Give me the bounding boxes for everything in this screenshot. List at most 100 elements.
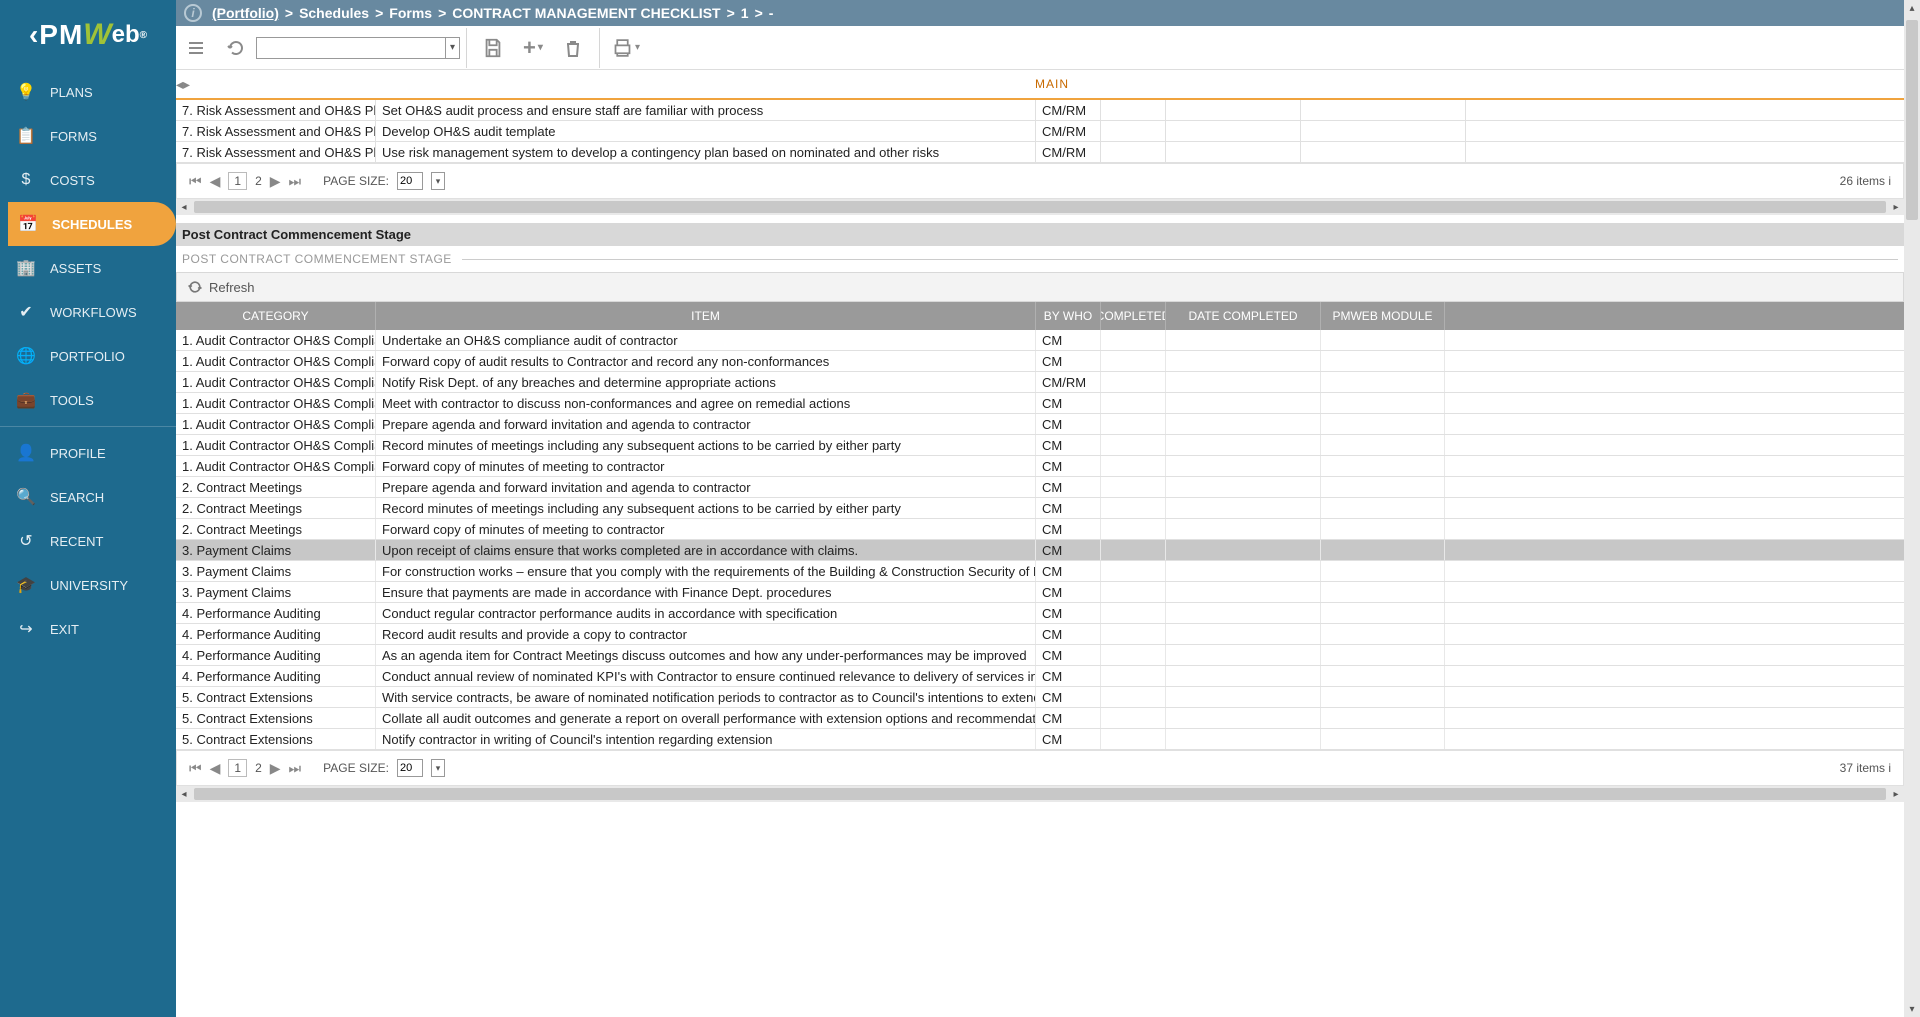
breadcrumb-root[interactable]: (Portfolio) [212, 5, 279, 21]
col-completed[interactable]: COMPLETED [1101, 302, 1166, 330]
pager-next-icon[interactable]: ▶ [270, 760, 281, 777]
table-row[interactable]: 5. Contract ExtensionsNotify contractor … [176, 729, 1904, 750]
sidebar-item-university[interactable]: 🎓UNIVERSITY [0, 563, 176, 607]
tab-strip: ◂ ▸ MAIN [176, 70, 1904, 100]
pager-page-2[interactable]: 2 [255, 761, 262, 775]
pager-prev-icon[interactable]: ◀ [210, 173, 221, 190]
sidebar-item-tools[interactable]: 💼TOOLS [0, 378, 176, 422]
sidebar-item-plans[interactable]: 💡PLANS [0, 70, 176, 114]
breadcrumb-segment[interactable]: Forms [389, 5, 432, 21]
sidebar-item-recent[interactable]: ↺RECENT [0, 519, 176, 563]
hscroll-left-icon[interactable]: ◂ [176, 199, 192, 215]
hscroll-left-icon[interactable]: ◂ [176, 786, 192, 802]
sidebar-item-costs[interactable]: $COSTS [0, 158, 176, 202]
pager-first-icon[interactable]: ⏮ [189, 760, 202, 777]
table-row[interactable]: 7. Risk Assessment and OH&S PlanDevelop … [176, 121, 1904, 142]
sidebar-item-schedules[interactable]: 📅SCHEDULES [8, 202, 176, 246]
add-icon[interactable]: +▾ [519, 34, 547, 62]
sidebar-item-label: ASSETS [50, 261, 101, 276]
table-row[interactable]: 2. Contract MeetingsRecord minutes of me… [176, 498, 1904, 519]
breadcrumb-segment[interactable]: - [769, 5, 774, 21]
sidebar-item-portfolio[interactable]: 🌐PORTFOLIO [0, 334, 176, 378]
table-row[interactable]: 1. Audit Contractor OH&S ComplianceRecor… [176, 435, 1904, 456]
history-icon[interactable] [222, 34, 250, 62]
table-row[interactable]: 4. Performance AuditingConduct annual re… [176, 666, 1904, 687]
breadcrumb-segment[interactable]: Schedules [299, 5, 369, 21]
vscroll-down-icon[interactable]: ▾ [1904, 1001, 1920, 1017]
hscroll-right-icon[interactable]: ▸ [1888, 199, 1904, 215]
table-row[interactable]: 2. Contract MeetingsPrepare agenda and f… [176, 477, 1904, 498]
col-date-completed[interactable]: DATE COMPLETED [1166, 302, 1321, 330]
table-row[interactable]: 7. Risk Assessment and OH&S PlanSet OH&S… [176, 100, 1904, 121]
sidebar-item-label: SCHEDULES [52, 217, 132, 232]
nav-icon: 👤 [16, 443, 36, 463]
sidebar-item-workflows[interactable]: ✔WORKFLOWS [0, 290, 176, 334]
table-row[interactable]: 1. Audit Contractor OH&S ComplianceMeet … [176, 393, 1904, 414]
col-category[interactable]: CATEGORY [176, 302, 376, 330]
nav-icon: $ [16, 170, 36, 190]
pager-page-2[interactable]: 2 [255, 174, 262, 188]
save-icon[interactable] [479, 34, 507, 62]
sidebar-item-label: RECENT [50, 534, 103, 549]
table-row[interactable]: 5. Contract ExtensionsWith service contr… [176, 687, 1904, 708]
page-vscroll[interactable]: ▴ ▾ [1904, 0, 1920, 1017]
print-icon[interactable]: ▾ [612, 34, 640, 62]
tab-scroll-right-icon[interactable]: ▸ [183, 76, 190, 93]
pager-next-icon[interactable]: ▶ [270, 173, 281, 190]
table-row[interactable]: 1. Audit Contractor OH&S ComplianceForwa… [176, 351, 1904, 372]
tab-scroll-left-icon[interactable]: ◂ [176, 76, 183, 93]
page-size-caret-icon[interactable]: ▾ [431, 172, 445, 190]
grid2-hscroll[interactable]: ◂ ▸ [176, 786, 1904, 802]
table-row[interactable]: 3. Payment ClaimsFor construction works … [176, 561, 1904, 582]
col-bywho[interactable]: BY WHO [1036, 302, 1101, 330]
breadcrumb-segment[interactable]: CONTRACT MANAGEMENT CHECKLIST [452, 5, 720, 21]
table-row[interactable]: 3. Payment ClaimsUpon receipt of claims … [176, 540, 1904, 561]
section-header: Post Contract Commencement Stage [176, 223, 1904, 246]
pager-page-1[interactable]: 1 [228, 759, 247, 777]
page-size-input[interactable] [397, 172, 423, 190]
table-row[interactable]: 4. Performance AuditingRecord audit resu… [176, 624, 1904, 645]
nav-icon: 💼 [16, 390, 36, 410]
grid1-hscroll[interactable]: ◂ ▸ [176, 199, 1904, 215]
page-size-input[interactable] [397, 759, 423, 777]
refresh-label[interactable]: Refresh [209, 280, 255, 295]
hscroll-thumb[interactable] [194, 201, 1886, 213]
table-row[interactable]: 2. Contract MeetingsForward copy of minu… [176, 519, 1904, 540]
table-row[interactable]: 1. Audit Contractor OH&S CompliancePrepa… [176, 414, 1904, 435]
sidebar-item-profile[interactable]: 👤PROFILE [0, 431, 176, 475]
refresh-icon[interactable] [187, 279, 203, 295]
col-pmweb-module[interactable]: PMWEB MODULE [1321, 302, 1445, 330]
sidebar-item-assets[interactable]: 🏢ASSETS [0, 246, 176, 290]
form-toolbar: ▾ +▾ ▾ [176, 26, 1920, 70]
hscroll-thumb[interactable] [194, 788, 1886, 800]
toggle-list-icon[interactable] [182, 34, 210, 62]
breadcrumb-segment[interactable]: 1 [741, 5, 749, 21]
pager-first-icon[interactable]: ⏮ [189, 173, 202, 190]
sidebar-item-label: PORTFOLIO [50, 349, 125, 364]
page-size-caret-icon[interactable]: ▾ [431, 759, 445, 777]
col-item[interactable]: ITEM [376, 302, 1036, 330]
table-row[interactable]: 4. Performance AuditingAs an agenda item… [176, 645, 1904, 666]
table-row[interactable]: 5. Contract ExtensionsCollate all audit … [176, 708, 1904, 729]
delete-icon[interactable] [559, 34, 587, 62]
table-row[interactable]: 3. Payment ClaimsEnsure that payments ar… [176, 582, 1904, 603]
pager-last-icon[interactable]: ⏭ [289, 760, 302, 777]
sidebar-item-label: PLANS [50, 85, 93, 100]
sidebar-item-search[interactable]: 🔍SEARCH [0, 475, 176, 519]
pager-page-1[interactable]: 1 [228, 172, 247, 190]
table-row[interactable]: 1. Audit Contractor OH&S ComplianceUnder… [176, 330, 1904, 351]
info-icon[interactable]: i [184, 4, 202, 22]
pager-last-icon[interactable]: ⏭ [289, 173, 302, 190]
sidebar-item-exit[interactable]: ↪EXIT [0, 607, 176, 651]
hscroll-right-icon[interactable]: ▸ [1888, 786, 1904, 802]
vscroll-thumb[interactable] [1906, 20, 1918, 220]
sidebar-item-forms[interactable]: 📋FORMS [0, 114, 176, 158]
table-row[interactable]: 1. Audit Contractor OH&S ComplianceNotif… [176, 372, 1904, 393]
record-selector-combo[interactable]: ▾ [256, 37, 460, 59]
pager-prev-icon[interactable]: ◀ [210, 760, 221, 777]
tab-main[interactable]: MAIN [200, 77, 1904, 91]
table-row[interactable]: 7. Risk Assessment and OH&S PlanUse risk… [176, 142, 1904, 163]
table-row[interactable]: 1. Audit Contractor OH&S ComplianceForwa… [176, 456, 1904, 477]
vscroll-up-icon[interactable]: ▴ [1904, 0, 1920, 16]
table-row[interactable]: 4. Performance AuditingConduct regular c… [176, 603, 1904, 624]
